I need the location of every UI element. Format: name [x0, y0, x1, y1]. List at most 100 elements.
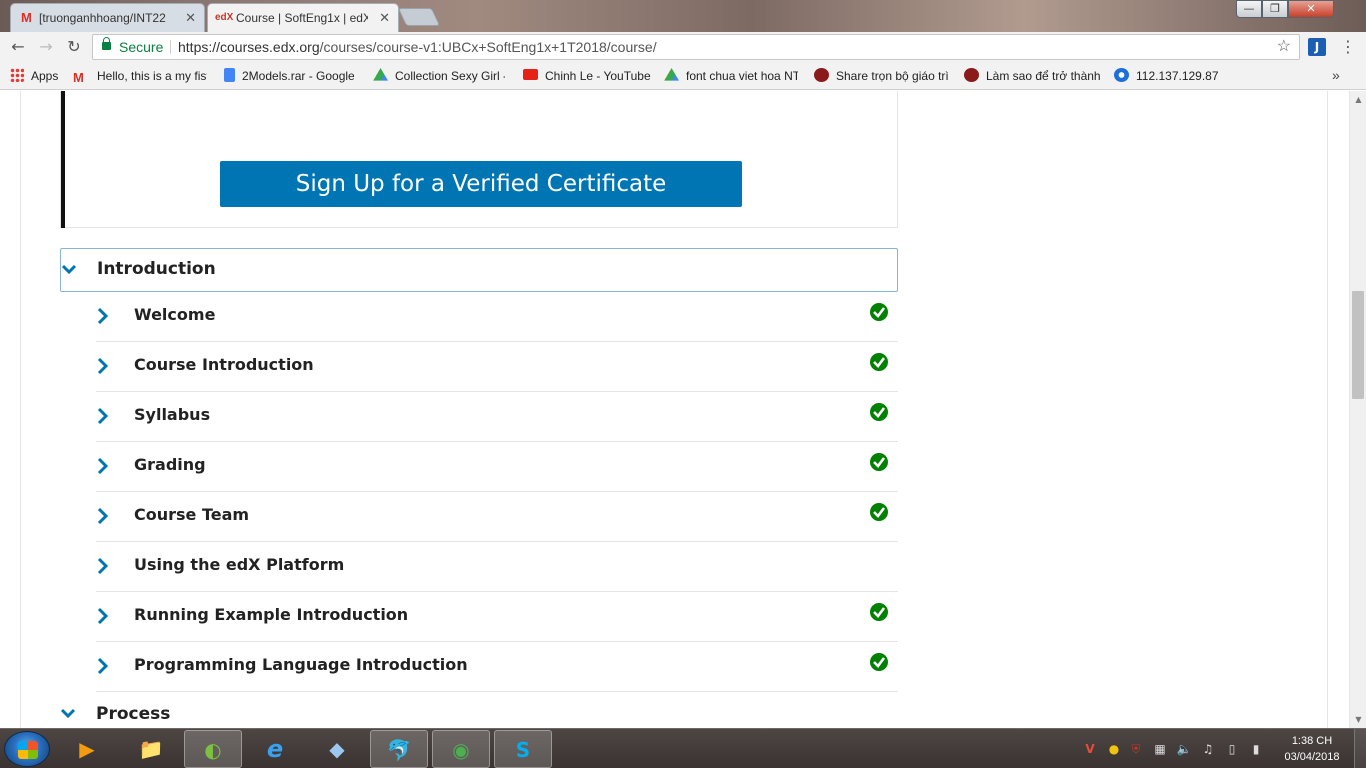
- subsection-title: Course Team: [134, 505, 250, 524]
- file-explorer-icon[interactable]: 📁: [122, 730, 180, 768]
- section-header-process[interactable]: Process: [60, 702, 898, 728]
- reload-icon[interactable]: ↻: [64, 37, 84, 57]
- subsection-list: Welcome Course Introduction Syllabus Gra…: [96, 292, 898, 692]
- bookmark-item[interactable]: 112.137.129.87: [1114, 68, 1234, 84]
- notification-badge-icon[interactable]: ●: [1106, 741, 1122, 757]
- bookmark-item[interactable]: font chua viet hoa NT: [664, 68, 804, 84]
- bookmark-label: Làm sao để trở thành: [986, 69, 1100, 83]
- skype-icon[interactable]: S: [494, 730, 552, 768]
- secure-label: Secure: [119, 39, 164, 55]
- volume-icon[interactable]: 🔈: [1176, 741, 1192, 757]
- clock-time: 1:38 CH: [1291, 735, 1333, 747]
- browser-titlebar: M [truonganhhoang/INT22 ✕ edX Course | S…: [0, 0, 1366, 32]
- tab-gmail[interactable]: M [truonganhhoang/INT22 ✕: [10, 3, 205, 32]
- banner-accent-bar: [61, 91, 65, 228]
- section-title: Introduction: [97, 259, 216, 279]
- vivaldi-tray-icon[interactable]: V: [1082, 741, 1098, 757]
- close-tab-icon[interactable]: ✕: [379, 4, 390, 32]
- chevron-right-icon: [96, 507, 110, 525]
- bookmark-label: Share trọn bộ giáo trì: [836, 69, 948, 83]
- chevron-right-icon: [96, 557, 110, 575]
- coccoc-browser-icon[interactable]: ◐: [184, 730, 242, 768]
- subsection-title: Syllabus: [134, 405, 211, 424]
- section-header-introduction[interactable]: Introduction: [60, 248, 898, 292]
- bookmark-item[interactable]: Làm sao để trở thành: [964, 68, 1104, 84]
- subsection-row[interactable]: Course Introduction: [96, 342, 898, 392]
- url-path: /courses/course-v1:UBCx+SoftEng1x+1T2018…: [319, 39, 657, 55]
- bookmark-label: Apps: [31, 69, 59, 83]
- completed-check-icon: [869, 502, 889, 522]
- speaker-icon[interactable]: ♫: [1200, 741, 1216, 757]
- virtualbox-icon[interactable]: ◆: [308, 730, 366, 768]
- new-tab-button[interactable]: [397, 8, 441, 26]
- file-icon: [224, 68, 235, 82]
- upgrade-banner: Sign Up for a Verified Certificate: [60, 91, 898, 228]
- subsection-row[interactable]: Welcome: [96, 292, 898, 342]
- media-player-icon[interactable]: ▶: [58, 730, 116, 768]
- internet-explorer-icon[interactable]: e: [246, 730, 304, 768]
- subsection-row[interactable]: Programming Language Introduction: [96, 642, 898, 692]
- subsection-row[interactable]: Grading: [96, 442, 898, 492]
- apps-grid-icon: [10, 68, 24, 82]
- site-icon: [814, 68, 829, 82]
- taskbar-clock[interactable]: 1:38 CH 03/04/2018: [1276, 733, 1348, 765]
- close-tab-icon[interactable]: ✕: [185, 4, 196, 32]
- completed-check-icon: [869, 452, 889, 472]
- mysql-workbench-icon[interactable]: 🐬: [370, 730, 428, 768]
- clock-date: 03/04/2018: [1284, 751, 1340, 763]
- bookmark-apps[interactable]: Apps: [10, 68, 58, 84]
- windows-taskbar: ▶ 📁 ◐ e ◆ 🐬 ◉ S V ● ⛨ ▦ 🔈 ♫ ▯ ▮ 1:38 CH …: [0, 728, 1366, 768]
- bookmark-item[interactable]: Chinh Le - YouTube: [523, 68, 655, 84]
- drive-icon: [664, 68, 679, 81]
- start-button[interactable]: [4, 731, 50, 767]
- url-text: https://courses.edx.org/courses/course-v…: [178, 35, 657, 59]
- page-scrollbar[interactable]: ▲ ▼: [1349, 91, 1366, 728]
- bookmark-star-icon[interactable]: ☆: [1277, 35, 1291, 59]
- globe-icon: [1114, 68, 1129, 82]
- completed-check-icon: [869, 352, 889, 372]
- security-shield-icon[interactable]: ⛨: [1128, 741, 1144, 757]
- scrollbar-thumb[interactable]: [1352, 291, 1364, 399]
- tab-edx-course[interactable]: edX Course | SoftEng1x | edX ✕: [207, 3, 399, 32]
- drive-icon: [373, 68, 388, 81]
- bookmark-label: Collection Sexy Girl -: [395, 69, 505, 83]
- subsection-row[interactable]: Syllabus: [96, 392, 898, 442]
- verified-certificate-button[interactable]: Sign Up for a Verified Certificate: [220, 161, 742, 207]
- close-window-button[interactable]: ✕: [1288, 0, 1334, 18]
- subsection-row[interactable]: Running Example Introduction: [96, 592, 898, 642]
- network-icon[interactable]: ▦: [1152, 741, 1168, 757]
- maximize-button[interactable]: ❐: [1262, 0, 1288, 18]
- bookmark-item[interactable]: Share trọn bộ giáo trì: [814, 68, 952, 84]
- tab-title: [truonganhhoang/INT22: [39, 11, 166, 25]
- subsection-title: Welcome: [134, 305, 216, 324]
- extension-icon[interactable]: J: [1308, 38, 1326, 56]
- device-icon[interactable]: ▯: [1224, 741, 1240, 757]
- chevron-right-icon: [96, 307, 110, 325]
- subsection-row[interactable]: Using the edX Platform: [96, 542, 898, 592]
- minimize-button[interactable]: —: [1236, 0, 1262, 18]
- bookmark-label: Hello, this is a my fist: [97, 69, 207, 83]
- show-desktop-button[interactable]: [1354, 729, 1366, 768]
- forward-arrow-icon[interactable]: →: [36, 37, 56, 57]
- windows-logo-icon: [18, 741, 38, 759]
- bookmark-item[interactable]: 2Models.rar - Google: [224, 68, 362, 84]
- gmail-icon: M: [21, 10, 32, 25]
- bookmark-item[interactable]: Collection Sexy Girl -: [373, 68, 511, 84]
- scroll-down-arrow-icon[interactable]: ▼: [1350, 711, 1366, 728]
- bookmarks-overflow-icon[interactable]: »: [1332, 67, 1340, 83]
- browser-menu-icon[interactable]: ⋮: [1340, 36, 1356, 58]
- bookmark-label: font chua viet hoa NT: [686, 69, 798, 83]
- subsection-title: Programming Language Introduction: [134, 655, 468, 674]
- chevron-right-icon: [96, 457, 110, 475]
- scroll-up-arrow-icon[interactable]: ▲: [1350, 91, 1366, 108]
- back-arrow-icon[interactable]: ←: [8, 37, 28, 57]
- chrome-icon[interactable]: ◉: [432, 730, 490, 768]
- wifi-signal-icon[interactable]: ▮: [1248, 741, 1264, 757]
- subsection-title: Using the edX Platform: [134, 555, 345, 574]
- completed-check-icon: [869, 402, 889, 422]
- chevron-right-icon: [96, 607, 110, 625]
- address-bar[interactable]: Secure https://courses.edx.org/courses/c…: [92, 34, 1300, 60]
- subsection-row[interactable]: Course Team: [96, 492, 898, 542]
- edx-icon: edX: [215, 12, 234, 23]
- bookmark-item[interactable]: M Hello, this is a my fist: [73, 68, 213, 84]
